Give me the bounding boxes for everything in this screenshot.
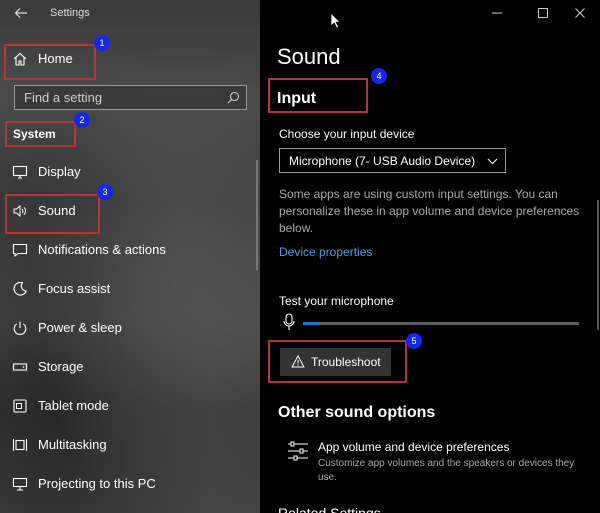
minimize-icon[interactable] xyxy=(490,6,504,20)
custom-input-description: Some apps are using custom input setting… xyxy=(279,187,580,235)
sidebar-item-label: Display xyxy=(38,164,81,179)
related-settings-title: Related Settings xyxy=(278,505,381,513)
moon-icon xyxy=(13,281,27,296)
troubleshoot-button[interactable]: Troubleshoot xyxy=(280,348,391,376)
main-pane: Sound Input Choose your input device Mic… xyxy=(260,0,600,513)
sidebar-item-sound[interactable]: Sound xyxy=(0,192,258,230)
other-sound-options-title: Other sound options xyxy=(278,404,436,421)
projector-icon xyxy=(12,477,28,491)
troubleshoot-label: Troubleshoot xyxy=(311,355,381,369)
sidebar-item-notifications[interactable]: Notifications & actions xyxy=(0,231,258,269)
sidebar-item-label: Projecting to this PC xyxy=(38,476,156,491)
input-heading: Input xyxy=(277,90,317,107)
mic-level-meter xyxy=(303,322,579,325)
page-title: Sound xyxy=(277,44,341,69)
sidebar-item-label: Notifications & actions xyxy=(38,242,166,257)
chevron-down-icon xyxy=(487,158,498,165)
close-icon[interactable] xyxy=(573,6,587,20)
app-volume-preferences-link[interactable]: App volume and device preferences Custom… xyxy=(287,438,587,486)
power-icon xyxy=(13,321,27,335)
sidebar-item-power-sleep[interactable]: Power & sleep xyxy=(0,309,258,347)
search-icon[interactable] xyxy=(227,91,240,104)
input-device-dropdown[interactable]: Microphone (7- USB Audio Device) xyxy=(279,148,506,173)
mouse-cursor-icon xyxy=(330,12,341,29)
app-volume-title: App volume and device preferences xyxy=(318,440,510,454)
annotation-badge-2: 2 xyxy=(74,112,90,128)
test-mic-label: Test your microphone xyxy=(279,294,394,308)
search-input[interactable] xyxy=(15,86,220,109)
sidebar: Settings Home System Display Sound xyxy=(0,0,260,513)
sidebar-item-label: Sound xyxy=(38,203,76,218)
mixer-sliders-icon xyxy=(288,441,308,461)
sidebar-item-label: Power & sleep xyxy=(38,320,122,335)
sidebar-item-label: Multitasking xyxy=(38,437,107,452)
sidebar-item-label: Home xyxy=(38,51,73,66)
sidebar-item-label: Tablet mode xyxy=(38,398,109,413)
maximize-icon[interactable] xyxy=(536,6,550,20)
sidebar-item-storage[interactable]: Storage xyxy=(0,348,258,386)
sidebar-scrollbar[interactable] xyxy=(256,160,258,270)
annotation-badge-5: 5 xyxy=(406,333,422,349)
monitor-icon xyxy=(12,165,28,179)
app-volume-description: Customize app volumes and the speakers o… xyxy=(318,458,575,483)
sidebar-item-home[interactable]: Home xyxy=(0,40,258,78)
title-bar: Settings xyxy=(0,0,260,28)
back-arrow-icon[interactable] xyxy=(13,5,29,21)
multitasking-icon xyxy=(12,439,28,451)
sidebar-item-multitasking[interactable]: Multitasking xyxy=(0,426,258,464)
speaker-icon xyxy=(13,204,26,218)
annotation-badge-4: 4 xyxy=(371,68,387,84)
input-device-value: Microphone (7- USB Audio Device) xyxy=(289,154,476,168)
home-icon xyxy=(13,52,27,66)
sidebar-item-tablet-mode[interactable]: Tablet mode xyxy=(0,387,258,425)
annotation-badge-1: 1 xyxy=(94,35,110,51)
sidebar-item-focus-assist[interactable]: Focus assist xyxy=(0,270,258,308)
mic-level-fill xyxy=(303,322,320,325)
device-properties-link[interactable]: Device properties xyxy=(279,245,372,259)
sidebar-item-projecting[interactable]: Projecting to this PC xyxy=(0,465,258,503)
drive-icon xyxy=(12,363,28,371)
sidebar-item-label: Storage xyxy=(38,359,84,374)
notification-icon xyxy=(12,243,28,258)
search-field[interactable] xyxy=(14,85,247,110)
warning-icon xyxy=(291,355,305,368)
input-device-label: Choose your input device xyxy=(279,127,415,141)
tablet-icon xyxy=(13,399,27,413)
section-label-system: System xyxy=(13,127,56,141)
microphone-icon xyxy=(283,313,295,330)
app-title: Settings xyxy=(50,7,90,19)
sidebar-item-label: Focus assist xyxy=(38,281,111,296)
annotation-badge-3: 3 xyxy=(97,184,113,200)
main-scrollbar[interactable] xyxy=(597,200,599,330)
sidebar-item-display[interactable]: Display xyxy=(0,153,258,191)
